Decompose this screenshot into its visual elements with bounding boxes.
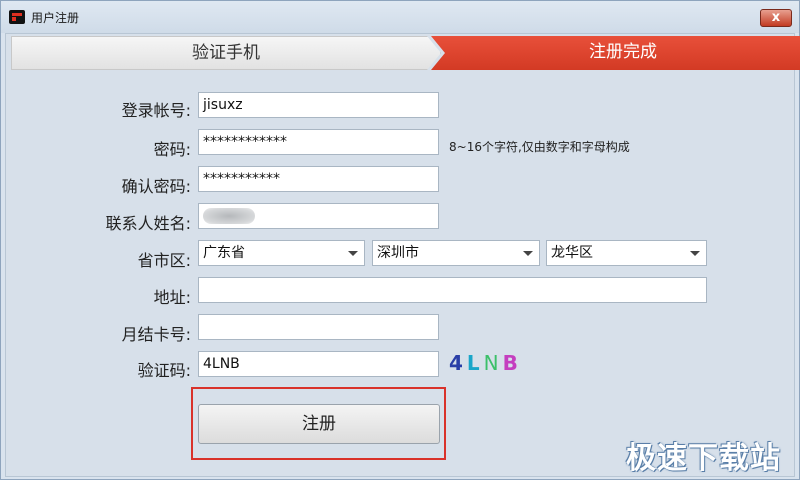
close-button[interactable]: x [760, 9, 792, 27]
city-value: 深圳市 [377, 245, 419, 261]
province-select[interactable]: 广东省 [198, 240, 365, 266]
password-label: 密码: [153, 140, 191, 159]
contact-name-label: 联系人姓名: [105, 214, 191, 233]
step-verify-phone: 验证手机 [11, 36, 441, 70]
blurred-name [203, 208, 255, 224]
site-watermark: 极速下载站 [626, 441, 781, 476]
captcha-char: L [466, 351, 482, 375]
district-select[interactable]: 龙华区 [546, 240, 707, 266]
step-registration-complete: 注册完成 [431, 36, 800, 70]
password-input[interactable]: ************ [198, 129, 439, 155]
register-button[interactable]: 注册 [198, 404, 440, 444]
city-select[interactable]: 深圳市 [372, 240, 540, 266]
province-value: 广东省 [203, 245, 245, 261]
contact-name-input[interactable] [198, 203, 439, 229]
captcha-char: N [483, 351, 501, 375]
captcha-input[interactable]: 4LNB [198, 351, 439, 377]
district-value: 龙华区 [551, 245, 593, 261]
chevron-down-icon [523, 251, 533, 256]
app-logo-icon [9, 10, 25, 24]
chevron-down-icon [690, 251, 700, 256]
address-label: 地址: [153, 288, 191, 307]
captcha-label: 验证码: [137, 361, 191, 380]
chevron-down-icon [348, 251, 358, 256]
account-label: 登录帐号: [121, 101, 191, 120]
address-input[interactable] [198, 277, 707, 303]
captcha-char: 4 [449, 351, 465, 375]
region-label: 省市区: [137, 251, 191, 270]
monthly-card-label: 月结卡号: [121, 325, 191, 344]
confirm-password-label: 确认密码: [121, 177, 191, 196]
step-indicator: 验证手机 注册完成 [11, 36, 800, 70]
account-input[interactable]: jisuxz [198, 92, 439, 118]
window-title: 用户注册 [31, 11, 80, 25]
registration-window: 用户注册 x 验证手机 注册完成 登录帐号: jisuxz 密码: ******… [0, 0, 800, 480]
captcha-image[interactable]: 4LNB [449, 351, 522, 375]
confirm-password-input[interactable]: *********** [198, 166, 439, 192]
title-bar: 用户注册 x [1, 1, 799, 33]
password-hint: 8~16个字符,仅由数字和字母构成 [449, 140, 630, 154]
captcha-char: B [502, 351, 520, 375]
monthly-card-input[interactable] [198, 314, 439, 340]
